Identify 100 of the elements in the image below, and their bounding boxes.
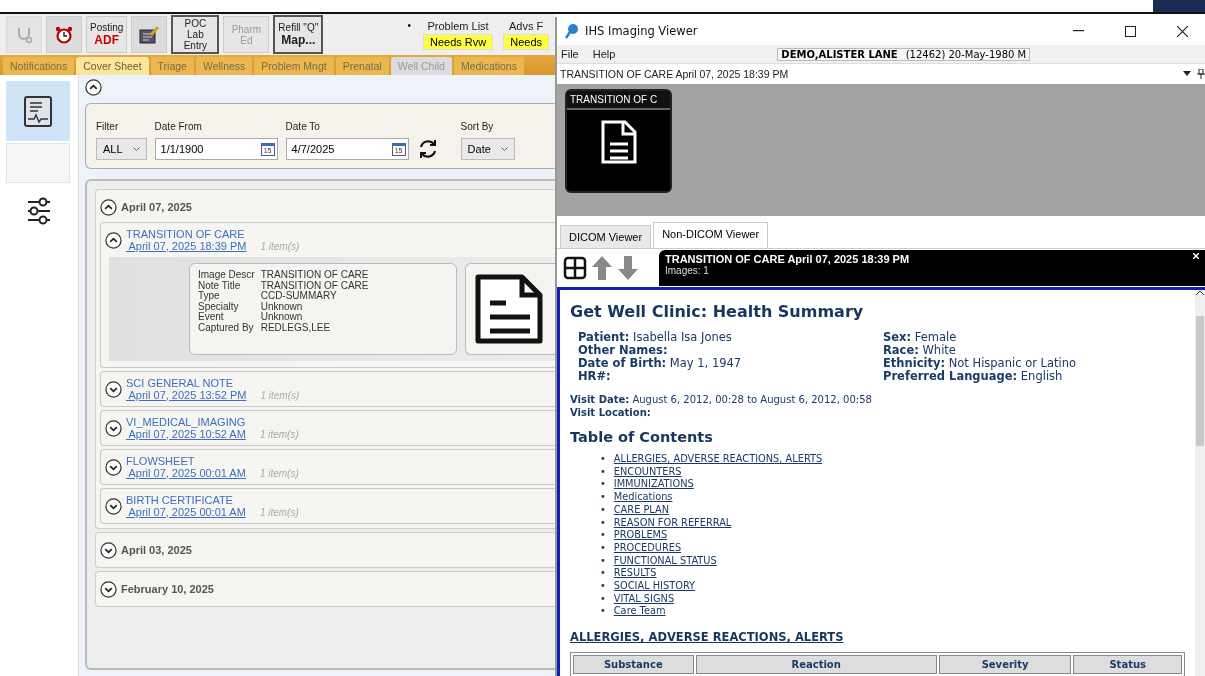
marker-text: •	[407, 20, 411, 31]
item-count: 1 item(s)	[260, 389, 300, 402]
toc-link[interactable]: CARE PLAN	[613, 503, 670, 517]
expand-icon[interactable]	[105, 419, 122, 437]
note-title[interactable]: SCI GENERAL NOTE	[126, 376, 300, 389]
date-group-header: April 07, 2025	[121, 201, 192, 213]
tab[interactable]: Non-DICOM Viewer	[653, 222, 769, 248]
detail-label: Event	[198, 312, 224, 323]
clipboard-chart-icon	[23, 94, 53, 128]
study-thumbnail[interactable]: TRANSITION OF C	[565, 89, 672, 193]
item-count: 1 item(s)	[259, 506, 299, 519]
tab[interactable]: Cover Sheet	[76, 57, 149, 75]
bullet-mark: •	[600, 605, 606, 619]
bullet-mark: •	[600, 465, 606, 479]
note-date-link[interactable]: April 07, 2025 10:52 AM	[126, 427, 246, 440]
filter-sliders-icon[interactable]	[26, 197, 52, 225]
toolbar-button[interactable]: POC Lab Entry	[171, 15, 220, 54]
column-header: Reaction	[695, 655, 937, 675]
detail-label: Type	[198, 291, 220, 302]
expand-icon[interactable]	[105, 380, 122, 398]
demographic-line: Date of Birth: May 1, 1947	[578, 357, 743, 370]
field-label: Date From	[154, 121, 203, 132]
filter-dropdown[interactable]: ALL	[96, 138, 147, 160]
thumbnail-label: TRANSITION OF C	[567, 91, 670, 110]
section-link[interactable]: ALLERGIES, ADVERSE REACTIONS, ALERTS	[570, 630, 844, 645]
toc-link[interactable]: PROBLEMS	[613, 529, 668, 542]
expand-icon[interactable]	[100, 541, 117, 559]
toc-link[interactable]: IMMUNIZATIONS	[613, 478, 694, 492]
expand-icon[interactable]	[105, 497, 122, 515]
nav-tile[interactable]	[6, 143, 70, 183]
bullet-mark: •	[600, 529, 606, 542]
field-label: Filter	[96, 121, 120, 132]
column-header: Severity	[938, 655, 1072, 675]
toolbar-button[interactable]: Refill "Q" Map...	[273, 15, 324, 54]
toolbar-button[interactable]: Posting ADF	[86, 16, 128, 53]
chevron-down-icon	[500, 146, 508, 152]
status-badge[interactable]: Needs	[503, 33, 549, 50]
pin-icon[interactable]	[1197, 69, 1205, 79]
item-count: 1 item(s)	[259, 428, 299, 441]
note-date-link[interactable]: April 07, 2025 00:01 AM	[126, 505, 246, 518]
document-icon	[600, 120, 637, 164]
demographic-line: Preferred Language: English	[883, 370, 1064, 383]
sort-dropdown[interactable]: Date	[460, 138, 515, 160]
note-title[interactable]: BIRTH CERTIFICATE	[126, 493, 299, 506]
patient-banner: DEMO,ALISTER LANE (12462) 20-May-1980 M	[777, 47, 1031, 61]
toc-link[interactable]: Care Team	[613, 605, 666, 619]
detail-value: Unknown	[260, 312, 304, 323]
toc-link[interactable]: ALLERGIES, ADVERSE REACTIONS, ALERTS	[613, 453, 823, 466]
bullet-mark: •	[600, 478, 606, 492]
note-title[interactable]: FLOWSHEET	[126, 454, 299, 467]
collapse-icon[interactable]	[105, 231, 122, 249]
note-date-link[interactable]: April 07, 2025 00:01 AM	[126, 466, 246, 479]
toc-link[interactable]: REASON FOR REFERRAL	[613, 516, 732, 530]
toc-link[interactable]: PROCEDURES	[613, 541, 682, 555]
bullet-mark: •	[600, 554, 606, 568]
bullet-mark: •	[600, 516, 606, 530]
toolbar-button[interactable]	[131, 16, 168, 53]
detail-label: Captured By	[198, 322, 255, 333]
scrollbar[interactable]	[1195, 290, 1205, 676]
detail-label: Specialty	[198, 301, 240, 312]
status-badge[interactable]: Needs Rvw	[422, 33, 494, 50]
demographic-line: Patient: Isabella Isa Jones	[578, 331, 733, 344]
tab[interactable]: DICOM Viewer	[560, 225, 652, 248]
study-title: TRANSITION OF CARE April 07, 2025 18:39 PM	[560, 68, 790, 80]
demographic-line: Other Names:	[578, 344, 669, 357]
bullet-mark: •	[600, 453, 606, 466]
visit-line: Visit Location:	[570, 406, 652, 419]
note-title[interactable]: VI_MEDICAL_IMAGING	[126, 415, 299, 428]
note-date-link[interactable]: April 07, 2025 13:52 PM	[126, 388, 247, 401]
document-thumbnail[interactable]	[465, 263, 555, 355]
toc-link[interactable]: FUNCTIONAL STATUS	[613, 554, 717, 568]
toc-link[interactable]: SOCIAL HISTORY	[613, 580, 696, 593]
item-count: 1 item(s)	[259, 467, 299, 480]
note-title[interactable]: TRANSITION OF CARE	[126, 227, 300, 240]
menu-item[interactable]: Help	[592, 48, 616, 60]
down-arrow-icon[interactable]	[617, 255, 639, 281]
close-icon[interactable]	[1193, 253, 1199, 259]
toolbar-button[interactable]	[46, 16, 82, 53]
collapse-icon[interactable]	[85, 79, 102, 96]
section-heading: Table of Contents	[570, 429, 714, 445]
column-header: Status	[1073, 655, 1182, 675]
toc-link[interactable]: RESULTS	[613, 567, 657, 581]
grid-layout-icon[interactable]	[563, 256, 587, 280]
expand-icon[interactable]	[100, 580, 117, 598]
menu-item[interactable]: File	[561, 48, 579, 60]
detail-value: TRANSITION OF CARE	[260, 280, 370, 291]
toc-link[interactable]: ENCOUNTERS	[613, 465, 682, 479]
field-label: Sort By	[460, 121, 495, 132]
nav-tile[interactable]	[6, 81, 70, 141]
note-date-link[interactable]: April 07, 2025 18:39 PM	[126, 239, 247, 252]
field-label: Date To	[285, 121, 321, 132]
date-group-header: April 03, 2025	[121, 544, 192, 556]
demographic-line: HR#:	[578, 370, 612, 383]
dropdown-icon[interactable]	[1183, 71, 1191, 77]
scroll-up-icon[interactable]	[1196, 290, 1204, 296]
toc-link[interactable]: Medications	[613, 491, 673, 504]
bullet-mark: •	[600, 567, 606, 581]
toc-link[interactable]: VITAL SIGNS	[613, 592, 675, 606]
expand-icon[interactable]	[105, 458, 122, 476]
collapse-icon[interactable]	[100, 198, 117, 216]
